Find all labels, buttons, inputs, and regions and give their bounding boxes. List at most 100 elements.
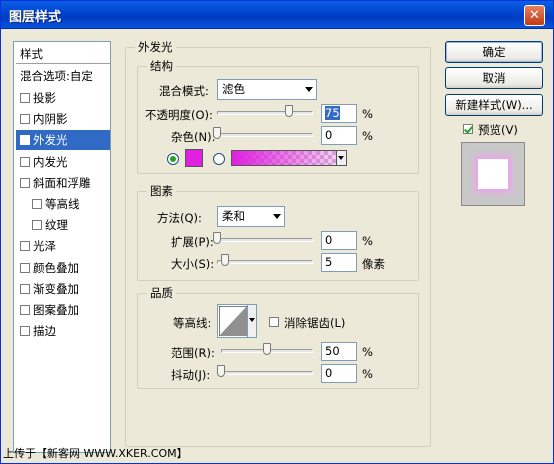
jitter-input[interactable]: 0 <box>321 364 357 383</box>
preview-glow-square <box>478 159 508 189</box>
style-checkbox[interactable] <box>20 135 30 146</box>
style-checkbox[interactable] <box>20 241 30 252</box>
opacity-label: 不透明度(O): <box>145 108 213 122</box>
styles-list: 样式 混合选项:自定 投影内阴影外发光内发光斜面和浮雕等高线纹理 光泽颜色叠加渐变叠加… <box>13 41 111 453</box>
chevron-down-icon <box>305 87 313 92</box>
range-label: 范围(R): <box>171 346 215 360</box>
spread-slider-thumb[interactable] <box>213 232 221 244</box>
style-item-12[interactable]: 描边 <box>16 321 110 341</box>
style-item-11[interactable]: 图案叠加 <box>16 300 110 320</box>
jitter-slider-thumb[interactable] <box>217 365 225 377</box>
noise-label: 杂色(N): <box>171 130 216 144</box>
preview-thumbnail <box>461 142 525 206</box>
range-unit: % <box>362 345 373 359</box>
opacity-value: 75 <box>325 106 340 120</box>
opacity-slider[interactable] <box>217 111 313 115</box>
upload-watermark: 上传于【新客网 WWW.XKER.COM】 <box>3 447 188 460</box>
contour-icon <box>219 306 247 336</box>
style-checkbox[interactable] <box>20 283 30 294</box>
range-slider-thumb[interactable] <box>263 343 271 355</box>
style-item-2[interactable]: 内阴影 <box>16 109 110 129</box>
preview-checkbox[interactable] <box>463 123 476 136</box>
style-item-8[interactable]: 光泽 <box>16 236 110 256</box>
style-item-label: 渐变叠加 <box>33 281 79 296</box>
size-slider[interactable] <box>217 260 313 264</box>
contour-label: 等高线: <box>173 316 212 330</box>
antialias-check <box>269 317 279 327</box>
opacity-input[interactable]: 75 <box>321 104 357 123</box>
contour-picker[interactable] <box>217 304 257 338</box>
title-bar: 图层样式 ✕ <box>1 1 553 29</box>
style-checkbox[interactable] <box>20 114 30 125</box>
preview-check <box>463 124 473 134</box>
size-input[interactable]: 5 <box>321 253 357 272</box>
style-item-label: 内发光 <box>33 154 68 169</box>
style-checkbox[interactable] <box>20 177 30 188</box>
size-slider-thumb[interactable] <box>221 254 229 266</box>
structure-title: 结构 <box>147 58 176 74</box>
layer-style-dialog: 图层样式 ✕ 样式 混合选项:自定 投影内阴影外发光内发光斜面和浮雕等高线纹理 光泽颜… <box>0 0 554 464</box>
chevron-down-icon <box>273 214 281 219</box>
gradient-dropdown[interactable] <box>336 151 346 165</box>
style-item-label: 等高线 <box>45 197 80 211</box>
style-item-10[interactable]: 渐变叠加 <box>16 279 110 299</box>
style-item-7[interactable]: 纹理 <box>16 215 110 235</box>
jitter-slider[interactable] <box>221 371 313 375</box>
style-checkbox[interactable] <box>20 305 30 315</box>
style-item-label: 图案叠加 <box>33 303 79 317</box>
style-checkbox[interactable] <box>20 326 30 337</box>
style-item-3[interactable]: 外发光 <box>16 130 110 151</box>
quality-title: 品质 <box>147 285 176 301</box>
new-style-button[interactable]: 新建样式(W)... <box>445 94 543 116</box>
style-item-label: 颜色叠加 <box>33 260 79 275</box>
style-item-0[interactable]: 混合选项:自定 <box>16 66 110 86</box>
style-item-label: 内阴影 <box>33 112 68 127</box>
blend-mode-value: 滤色 <box>222 82 245 96</box>
style-item-label: 斜面和浮雕 <box>33 175 91 190</box>
spread-input[interactable]: 0 <box>321 231 357 250</box>
style-item-9[interactable]: 颜色叠加 <box>16 258 110 278</box>
style-item-5[interactable]: 斜面和浮雕 <box>16 173 110 193</box>
blend-mode-label: 混合模式: <box>159 84 209 98</box>
jitter-unit: % <box>362 367 373 381</box>
contour-dropdown[interactable] <box>247 305 256 337</box>
spread-unit: % <box>362 234 373 248</box>
spread-label: 扩展(P): <box>171 235 214 249</box>
gradient-picker[interactable] <box>231 150 347 166</box>
style-item-4[interactable]: 内发光 <box>16 152 110 172</box>
opacity-unit: % <box>362 107 373 121</box>
close-button[interactable]: ✕ <box>524 5 545 26</box>
antialias-checkbox[interactable] <box>269 316 282 329</box>
style-item-6[interactable]: 等高线 <box>16 194 110 214</box>
ok-button[interactable]: 确定 <box>445 41 543 63</box>
style-checkbox[interactable] <box>32 220 42 231</box>
style-checkbox[interactable] <box>20 93 30 103</box>
gradient-radio[interactable] <box>213 153 225 165</box>
preview-label: 预览(V) <box>478 123 518 137</box>
styles-header[interactable]: 样式 <box>16 44 110 64</box>
style-checkbox[interactable] <box>32 199 42 209</box>
antialias-label: 消除锯齿(L) <box>284 316 346 330</box>
style-checkbox[interactable] <box>20 262 30 273</box>
range-input[interactable]: 50 <box>321 342 357 361</box>
solid-color-radio[interactable] <box>167 153 179 165</box>
style-item-1[interactable]: 投影 <box>16 88 110 108</box>
chevron-down-icon <box>338 156 344 160</box>
method-label: 方法(Q): <box>157 211 202 225</box>
size-unit: 像素 <box>362 257 385 271</box>
opacity-slider-thumb[interactable] <box>285 105 293 117</box>
glow-color-swatch[interactable] <box>185 149 203 167</box>
noise-slider-thumb[interactable] <box>213 127 221 139</box>
style-item-label: 外发光 <box>33 133 68 148</box>
size-label: 大小(S): <box>171 257 215 271</box>
window-title: 图层样式 <box>9 10 62 25</box>
method-select[interactable]: 柔和 <box>217 206 285 227</box>
noise-input[interactable]: 0 <box>321 126 357 145</box>
style-checkbox[interactable] <box>20 156 30 167</box>
cancel-button[interactable]: 取消 <box>445 67 543 89</box>
spread-slider[interactable] <box>217 238 313 242</box>
blend-mode-select[interactable]: 滤色 <box>217 79 317 100</box>
method-value: 柔和 <box>222 209 245 223</box>
noise-slider[interactable] <box>217 133 313 137</box>
jitter-label: 抖动(J): <box>171 368 211 382</box>
